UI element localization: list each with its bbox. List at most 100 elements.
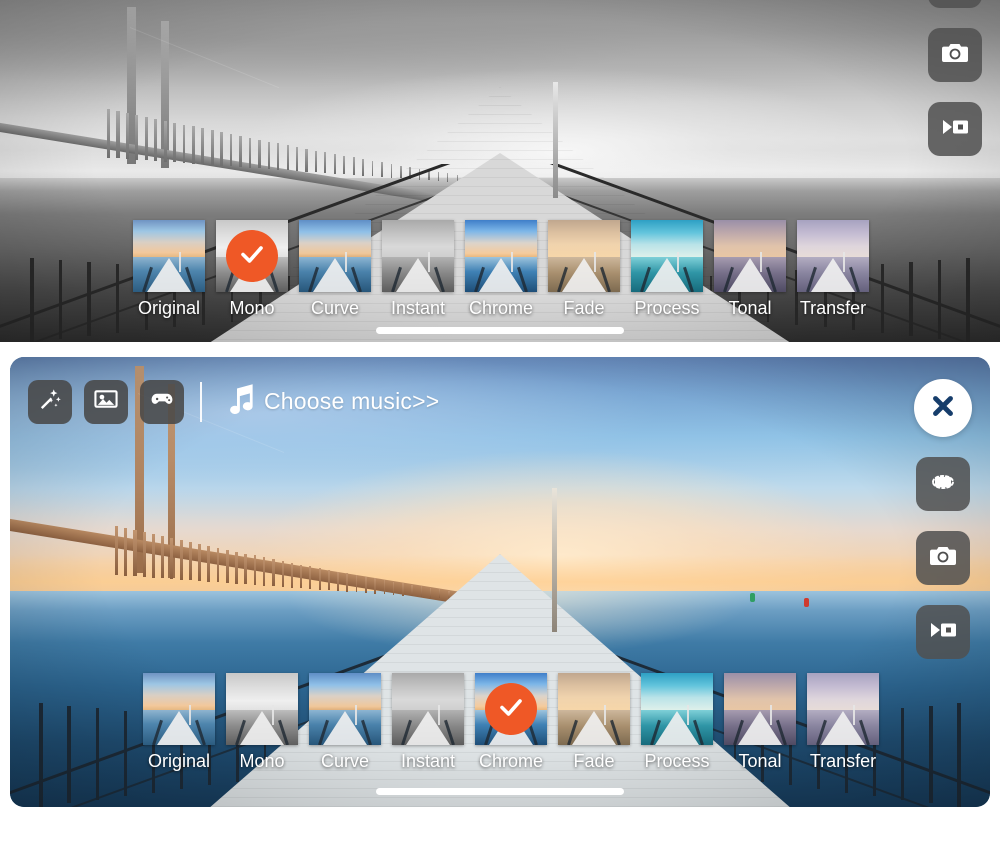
filter-label: Fade [573,751,615,771]
filter-item-fade[interactable]: Fade [543,220,625,319]
thumb-sky [143,673,215,711]
thumb-pier [323,711,367,745]
photos-button[interactable] [84,379,128,424]
filter-item-fade[interactable]: Fade [553,673,635,772]
railing-post [30,258,34,342]
effects-button[interactable] [28,379,72,424]
filter-label: Original [137,298,201,318]
filter-item-instant[interactable]: Instant [387,673,469,772]
right-toolbar-color [914,379,972,659]
thumb-pier [562,258,606,292]
thumb-post [770,705,772,725]
filter-thumbnail [724,673,796,745]
thumb-post [677,252,679,272]
home-indicator[interactable] [376,327,624,334]
thumb-pier [572,711,616,745]
games-button[interactable] [140,379,184,424]
buoy-red [803,597,809,607]
thumb-pier [728,258,772,292]
thumb-post [604,705,606,725]
rotate-frame-button[interactable] [928,0,982,8]
filter-item-original[interactable]: Original [128,220,210,319]
thumb-post [687,705,689,725]
thumb-post [179,252,181,272]
railing-post [87,262,91,337]
filter-item-process[interactable]: Process [636,673,718,772]
bridge-pier [124,528,128,576]
video-camera-button[interactable] [916,605,970,659]
filter-item-curve[interactable]: Curve [304,673,386,772]
filter-label: Transfer [799,298,867,318]
mono-preview-panel: Original Mono Curve Instant Chrome Fade Proces… [0,0,1000,342]
thumb-sky [641,673,713,711]
camera-button[interactable] [916,531,970,585]
filter-thumbnail [392,673,464,745]
bridge-pier [144,116,148,161]
filter-label: Original [147,751,211,771]
filter-item-chrome[interactable]: Chrome [460,220,542,319]
close-button[interactable] [914,379,972,437]
filter-label: Mono [239,751,285,771]
home-indicator[interactable] [376,788,624,795]
filter-item-original[interactable]: Original [138,673,220,772]
thumb-pier [396,258,440,292]
bridge-pier [106,108,111,158]
filter-thumbnail [299,220,371,292]
filter-strip-color[interactable]: Original Mono Curve Instant Chrome Fade Proces… [138,673,884,772]
filter-item-tonal[interactable]: Tonal [709,220,791,319]
bridge-pier [114,526,119,575]
thumb-sky [133,220,205,258]
filter-item-mono[interactable]: Mono [211,220,293,319]
thumb-pier [738,711,782,745]
rotate-frame-icon [927,466,959,503]
filter-thumbnail [143,673,215,745]
filter-label: Chrome [468,298,534,318]
filter-label: Instant [400,751,456,771]
selected-check-badge [226,230,278,282]
rotate-frame-button[interactable] [916,457,970,511]
thumb-sky [309,673,381,711]
filter-item-transfer[interactable]: Transfer [792,220,874,319]
thumb-sky [558,673,630,711]
filter-item-transfer[interactable]: Transfer [802,673,884,772]
thumb-pier [240,711,284,745]
camera-button[interactable] [928,28,982,82]
filter-label: Tonal [728,298,772,318]
filter-label: Curve [310,298,359,318]
filter-item-chrome[interactable]: Chrome [470,673,552,772]
thumb-sky [724,673,796,711]
camera-icon [939,37,971,74]
thumb-sky [299,220,371,258]
photo-icon [93,386,119,417]
filter-item-tonal[interactable]: Tonal [719,673,801,772]
railing-post [123,710,128,797]
filter-label: Fade [563,298,605,318]
railing-post [937,260,942,340]
filter-thumbnail [807,673,879,745]
railing-post [58,260,63,340]
filter-label: Tonal [738,751,782,771]
filter-strip-mono[interactable]: Original Mono Curve Instant Chrome Fade Proces… [128,220,874,319]
filter-item-process[interactable]: Process [626,220,708,319]
filter-label: Instant [390,298,446,318]
thumb-post [438,705,440,725]
railing-post [95,708,100,800]
video-camera-button[interactable] [928,102,982,156]
railing-post [900,708,905,800]
railing-post [956,703,961,807]
camera-icon [927,540,959,577]
bridge-pier [182,124,186,163]
thumb-pier [313,258,357,292]
railing-post [880,264,884,334]
filter-thumbnail [548,220,620,292]
bridge-pier [151,534,155,578]
thumb-pier [406,711,450,745]
choose-music-button[interactable]: Choose music>> [222,379,439,424]
screenshot-root: Original Mono Curve Instant Chrome Fade Proces… [0,0,1000,848]
filter-item-mono[interactable]: Mono [221,673,303,772]
railing-post [909,262,913,337]
lamp-post [551,487,557,632]
right-toolbar-mono [928,0,982,156]
filter-item-instant[interactable]: Instant [377,220,459,319]
filter-item-curve[interactable]: Curve [294,220,376,319]
